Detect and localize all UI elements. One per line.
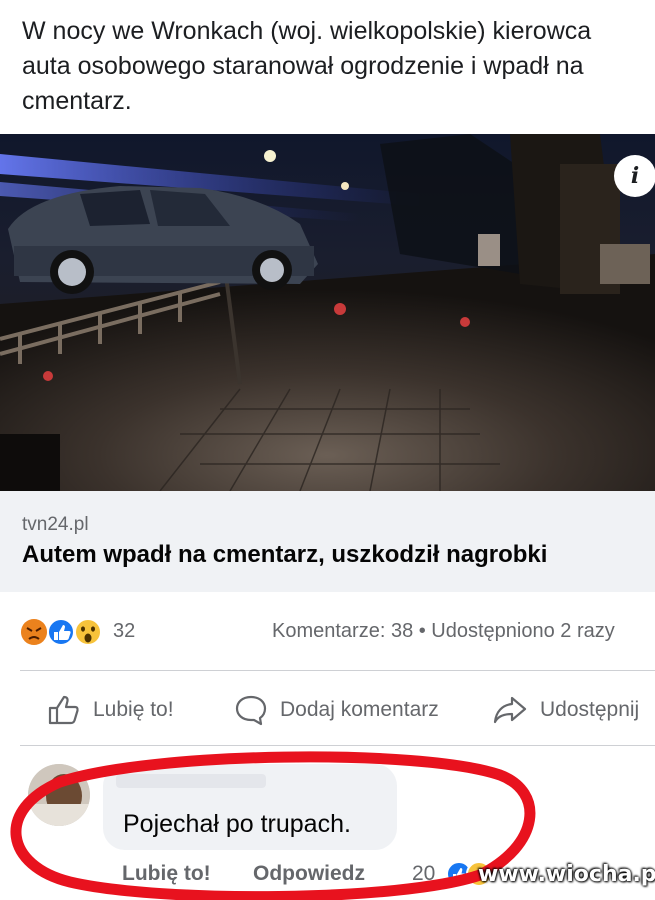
angry-icon — [21, 619, 47, 645]
share-button-label: Udostępnij — [540, 698, 640, 721]
post-text-line: auta osobowego staranował ogrodzenie i w… — [22, 52, 584, 80]
reactions-summary[interactable]: 32 Komentarze: 38 • Udostępniono 2 razy — [0, 600, 655, 660]
comment-like-button[interactable]: Lubię to! — [122, 862, 211, 886]
comment-reaction-count[interactable]: 20 — [412, 862, 435, 886]
share-icon — [493, 696, 527, 724]
comment-reply-button[interactable]: Odpowiedz — [253, 862, 365, 886]
reaction-icons — [21, 618, 102, 646]
post-actions: Lubię to! Dodaj komentarz Udostępnij — [0, 680, 655, 740]
wow-icon — [74, 618, 102, 646]
info-icon[interactable]: i — [614, 155, 655, 197]
post-text: W nocy we Wronkach (woj. wielkopolskie) … — [22, 14, 655, 119]
share-button[interactable]: Udostępnij — [492, 680, 639, 740]
like-button[interactable]: Lubię to! — [47, 680, 174, 740]
comment-text: Pojechał po trupach. — [123, 810, 351, 838]
like-button-label: Lubię to! — [93, 698, 174, 721]
comment-icon — [235, 695, 267, 726]
divider — [20, 745, 655, 746]
comment-button[interactable]: Dodaj komentarz — [234, 680, 439, 740]
watermark: www.wiocha.pl — [478, 862, 655, 887]
comment-button-label: Dodaj komentarz — [280, 698, 439, 721]
post-text-line: W nocy we Wronkach (woj. wielkopolskie) … — [22, 17, 592, 45]
link-preview[interactable]: tvn24.pl Autem wpadł na cmentarz, uszkod… — [0, 491, 655, 592]
avatar-image — [28, 764, 90, 826]
link-title[interactable]: Autem wpadł na cmentarz, uszkodził nagro… — [22, 541, 547, 569]
comment-bubble[interactable]: Pojechał po trupach. — [103, 764, 397, 850]
post-text-line: cmentarz. — [22, 87, 132, 115]
post-photo[interactable] — [0, 134, 655, 491]
link-source: tvn24.pl — [22, 514, 89, 535]
like-icon — [47, 618, 75, 646]
comment-author-redacted — [116, 774, 266, 788]
avatar[interactable] — [28, 764, 90, 826]
crash-scene-image — [0, 134, 655, 491]
reaction-count[interactable]: 32 — [113, 620, 135, 643]
post-stats[interactable]: Komentarze: 38 • Udostępniono 2 razy — [272, 620, 615, 643]
divider — [20, 670, 655, 671]
thumbs-up-icon — [48, 695, 79, 725]
